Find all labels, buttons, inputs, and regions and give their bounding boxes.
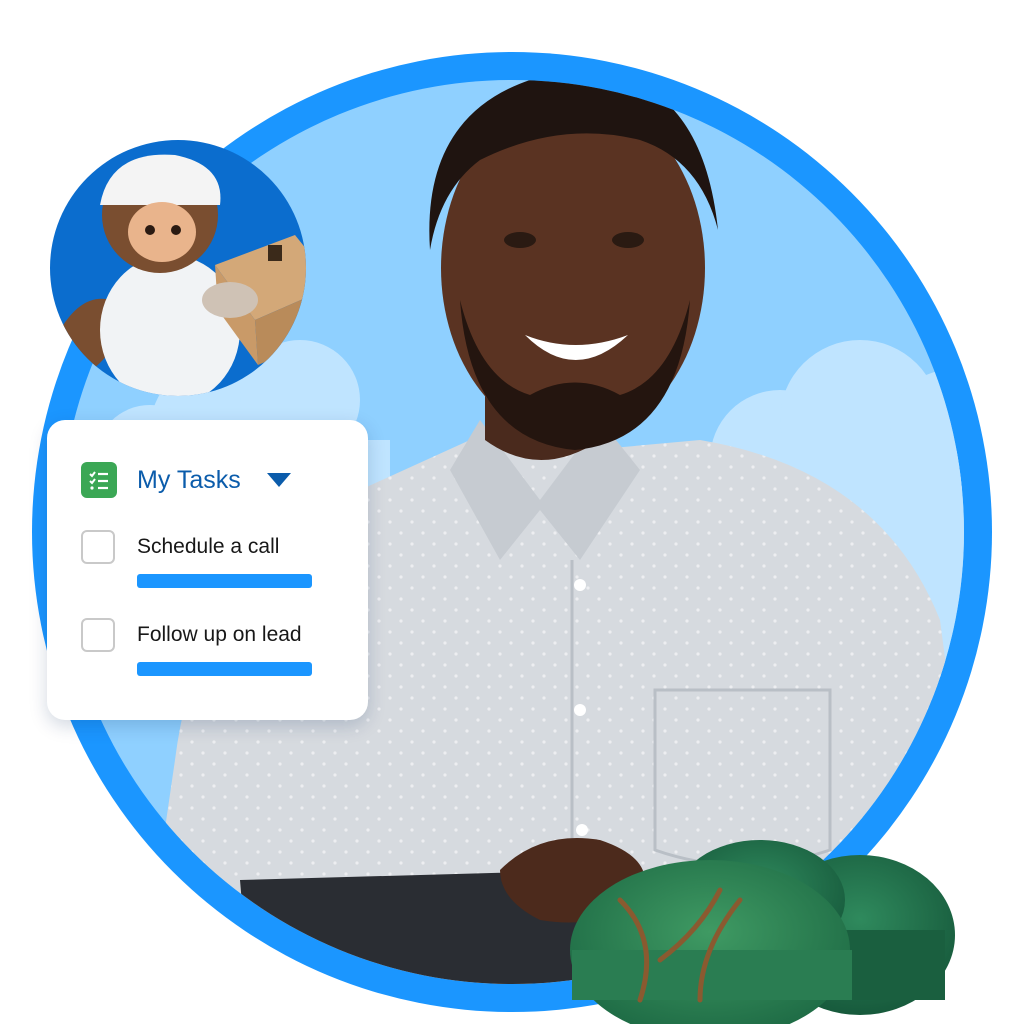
task-progress-bar [137, 574, 312, 588]
my-tasks-card: My Tasks Schedule a call Follow up on le… [47, 420, 368, 720]
task-progress-bar [137, 662, 312, 676]
task-list-icon [81, 462, 117, 498]
caret-down-icon[interactable] [266, 473, 291, 487]
task-checkbox[interactable] [81, 530, 115, 564]
task-label: Follow up on lead [137, 623, 302, 646]
task-checkbox[interactable] [81, 618, 115, 652]
tasks-title: My Tasks [137, 466, 241, 494]
tasks-header[interactable]: My Tasks [81, 462, 291, 498]
hero-illustration: My Tasks Schedule a call Follow up on le… [0, 0, 1024, 1024]
task-label: Schedule a call [137, 535, 280, 558]
task-item: Schedule a call [81, 530, 341, 590]
task-item: Follow up on lead [81, 618, 341, 678]
